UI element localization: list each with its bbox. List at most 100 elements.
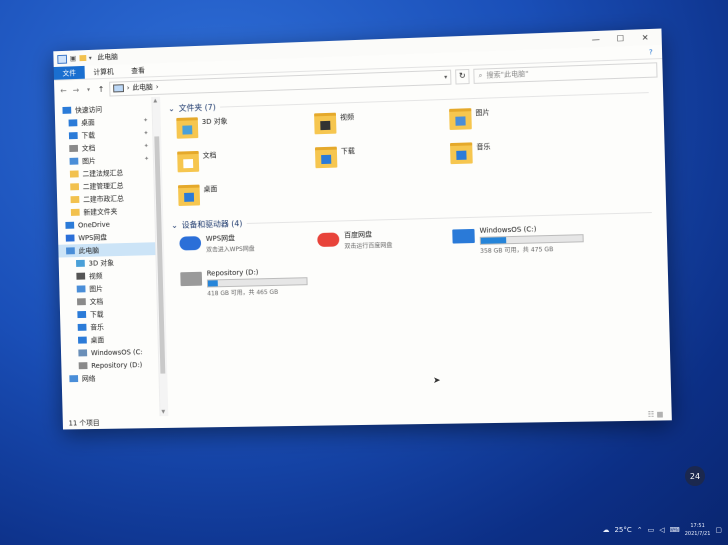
drive-name: Repository (D:): [206, 268, 259, 278]
volume-icon[interactable]: ◁: [659, 526, 664, 534]
sidebar-item-label: 桌面: [81, 118, 95, 127]
help-button[interactable]: ?: [639, 45, 662, 59]
cloud-icon: [65, 234, 75, 242]
breadcrumb-sep: ›: [126, 83, 130, 92]
download-icon: [68, 132, 78, 140]
sidebar-item-label: 图片: [82, 156, 96, 165]
tray-chevron-icon[interactable]: ⌃: [637, 526, 643, 534]
folder-picture-icon: [449, 108, 472, 130]
folder-label: 文档: [202, 151, 217, 160]
weather-widget[interactable]: 24: [685, 466, 705, 486]
maximize-button[interactable]: ☐: [608, 33, 633, 43]
quick-access-toolbar: ▣ ▾: [57, 53, 92, 64]
pin-icon: ✦: [143, 129, 149, 137]
notification-icon[interactable]: ▢: [715, 526, 722, 534]
sidebar-item-label: 下载: [81, 131, 96, 140]
tab-file[interactable]: 文件: [53, 65, 85, 80]
sidebar-item-label: OneDrive: [77, 220, 110, 229]
properties-icon[interactable]: ▣: [70, 54, 77, 62]
pin-icon: ✦: [143, 116, 149, 125]
folder-3d-icon: [176, 117, 199, 139]
cloud-icon: [65, 221, 75, 229]
folder-item[interactable]: 3D 对象: [176, 113, 315, 145]
drive-subtext: 双击进入WPS网盘: [206, 245, 255, 254]
folder-music-icon: [449, 142, 473, 165]
drive-name: WindowsOS (C:): [479, 225, 537, 235]
sidebar-item-label: 二建法规汇总: [82, 168, 124, 178]
computer-icon: [113, 84, 124, 93]
network-icon: [69, 375, 79, 383]
sidebar-item-label: WPS网盘: [78, 233, 108, 242]
wps-cloud-icon: [179, 236, 202, 251]
breadcrumb-sep-2: ›: [155, 82, 159, 91]
pin-icon: ✦: [143, 142, 149, 150]
content-pane: ⌄ 文件夹 (7) 3D 对象 视频 图片 文档 下载 音乐 桌面 ⌄ 设备和驱动器 (4)…: [160, 79, 671, 416]
sidebar-item-label: Repository (D:): [91, 360, 143, 370]
recent-dropdown-icon[interactable]: ▾: [84, 86, 93, 93]
sidebar-item-label: 图片: [89, 284, 103, 293]
folder-item[interactable]: 视频: [314, 109, 450, 141]
pin-icon: ✦: [144, 155, 150, 163]
new-folder-icon[interactable]: [79, 55, 86, 62]
network-icon[interactable]: ▭: [648, 526, 655, 534]
weather-cloud-icon[interactable]: ☁: [602, 526, 609, 534]
folder-label: 下载: [340, 147, 355, 156]
folder-icon: [70, 195, 80, 204]
forward-arrow-icon[interactable]: →: [72, 85, 81, 94]
clock[interactable]: 17:51 2021/7/21: [685, 522, 711, 538]
drive-item[interactable]: WPS网盘双击进入WPS网盘: [179, 231, 318, 262]
star-icon: [62, 106, 72, 114]
computer-icon: [57, 54, 68, 64]
folder-item[interactable]: 文档: [177, 147, 316, 179]
clock-date: 2021/7/21: [684, 531, 711, 537]
sidebar-item-label: WindowsOS (C:: [90, 347, 143, 357]
up-arrow-icon[interactable]: ↑: [97, 84, 106, 93]
sidebar-item-label: 快速访问: [74, 105, 103, 114]
windows-drive-icon: [452, 228, 475, 244]
desktop-icon: [77, 336, 87, 344]
weather-temp[interactable]: 25°C: [614, 526, 631, 534]
chevron-down-icon[interactable]: ▾: [89, 54, 92, 61]
sidebar-item-label: 新建文件夹: [83, 207, 118, 217]
sidebar-item-label: 文档: [81, 143, 96, 153]
drive-name: WPS网盘: [205, 234, 235, 243]
folder-item[interactable]: 音乐: [449, 139, 593, 172]
search-placeholder: 搜索"此电脑": [486, 69, 529, 80]
sidebar-item-label: 此电脑: [78, 246, 100, 255]
address-dropdown-icon[interactable]: ▾: [444, 73, 447, 80]
navigation-pane: 快速访问 桌面 ✦ 下载 ✦ 文档 ✦ 图片 ✦ 二建法规汇总 二建管理汇总 二建市政汇总 新建文件夹 O…: [55, 97, 160, 418]
file-explorer-window: ▣ ▾ 此电脑 — ☐ ✕ 文件 计算机 查看 ? ← → ▾ ↑ › 此电脑 …: [53, 28, 672, 430]
folder-label: 视频: [339, 113, 355, 122]
desktop-icon: [68, 119, 78, 127]
tab-view[interactable]: 查看: [122, 63, 153, 77]
folder-desktop-icon: [178, 184, 201, 207]
drive-item[interactable]: 百度网盘 双击运行百度网盘: [317, 227, 453, 258]
hard-drive-icon: [180, 271, 203, 287]
drive-item[interactable]: WindowsOS (C:) 358 GB 可用，共 475 GB: [452, 224, 595, 256]
folder-icon: [70, 183, 80, 191]
minimize-button[interactable]: —: [583, 34, 608, 44]
view-toggle-icons[interactable]: ☷ ▦: [648, 410, 664, 418]
close-button[interactable]: ✕: [633, 32, 658, 42]
refresh-button[interactable]: ↻: [455, 68, 470, 85]
mouse-cursor-icon: ➤: [433, 376, 441, 386]
folder-icon: [70, 208, 80, 216]
drive-item[interactable]: Repository (D:) 418 GB 可用，共 465 GB: [180, 267, 319, 298]
sidebar-item-21[interactable]: 网络: [62, 371, 159, 386]
drives-grid: WPS网盘 双击进入WPS网盘 百度网盘 双击运行百度网盘 WindowsOS (C:)…: [179, 222, 668, 298]
folder-item[interactable]: 桌面: [178, 181, 317, 213]
folders-group-title: 文件夹 (7): [178, 102, 216, 113]
sidebar-item-label: 桌面: [90, 335, 105, 344]
back-arrow-icon[interactable]: ←: [59, 86, 68, 95]
window-title: 此电脑: [97, 52, 118, 62]
tab-computer[interactable]: 计算机: [85, 65, 123, 79]
folder-label: 音乐: [476, 142, 491, 152]
input-method-icon[interactable]: ⌨: [670, 526, 680, 534]
breadcrumb-this-pc[interactable]: 此电脑: [132, 82, 153, 93]
folder-item[interactable]: 下载: [314, 143, 451, 175]
document-icon: [76, 298, 86, 306]
taskbar-tray: ☁ 25°C ⌃ ▭ ◁ ⌨ 17:51 2021/7/21 ▢: [420, 515, 728, 545]
folder-item[interactable]: 图片: [449, 104, 592, 137]
3d-objects-icon: [76, 259, 85, 267]
folder-document-icon: [177, 150, 200, 173]
